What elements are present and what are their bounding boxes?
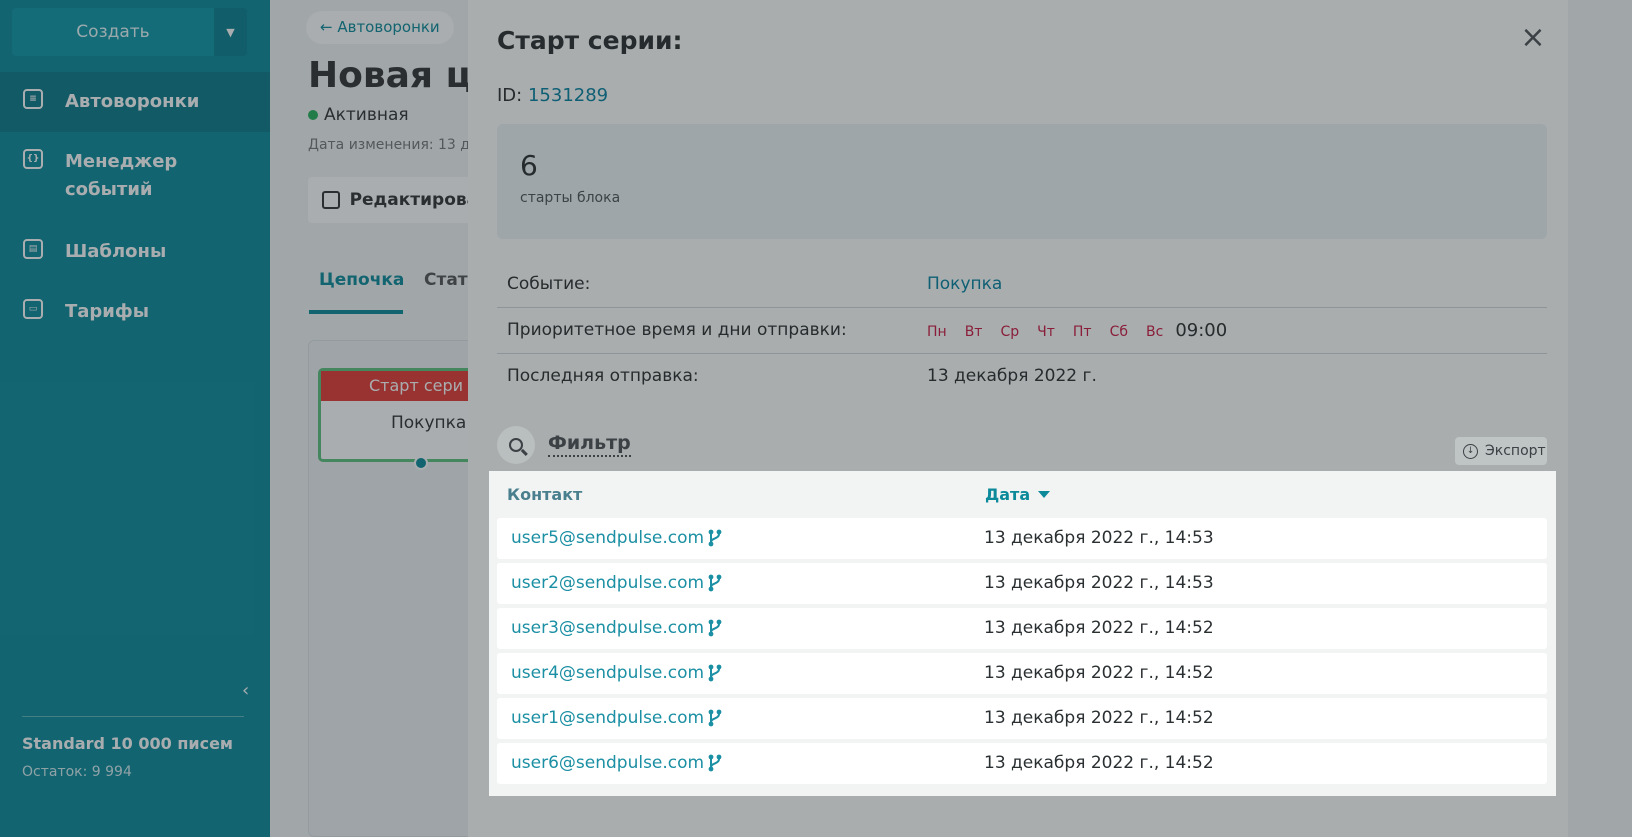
priority-label: Приоритетное время и дни отправки:	[507, 320, 847, 340]
contact-date: 13 декабря 2022 г., 14:52	[984, 663, 1214, 683]
contact-date: 13 декабря 2022 г., 14:52	[984, 753, 1214, 773]
contact-email-link[interactable]: user4@sendpulse.com	[511, 663, 704, 683]
close-icon[interactable]: ×	[1520, 23, 1546, 53]
day-sat: Сб	[1109, 324, 1128, 340]
day-thu: Чт	[1037, 324, 1055, 340]
contact-email-link[interactable]: user2@sendpulse.com	[511, 573, 704, 593]
branch-icon[interactable]	[707, 709, 723, 727]
day-sun: Вс	[1146, 324, 1164, 340]
download-icon: ↓	[1463, 443, 1478, 459]
contact-date: 13 декабря 2022 г., 14:52	[984, 618, 1214, 638]
column-header-date-label: Дата	[985, 485, 1031, 504]
sort-desc-icon	[1038, 491, 1051, 498]
table-row: user2@sendpulse.com 13 декабря 2022 г., 1…	[497, 563, 1547, 604]
branch-icon[interactable]	[707, 574, 723, 592]
branch-icon[interactable]	[707, 754, 723, 772]
filter-search-button[interactable]	[497, 426, 535, 464]
day-wed: Ср	[1000, 324, 1020, 340]
stat-card: 6 старты блока	[497, 124, 1547, 239]
contact-email-link[interactable]: user1@sendpulse.com	[511, 708, 704, 728]
contact-email-link[interactable]: user3@sendpulse.com	[511, 618, 704, 638]
table-row: user4@sendpulse.com 13 декабря 2022 г., 1…	[497, 653, 1547, 694]
contact-date: 13 декабря 2022 г., 14:52	[984, 708, 1214, 728]
search-icon	[509, 438, 523, 452]
column-header-date[interactable]: Дата	[985, 485, 1051, 504]
send-time: 09:00	[1175, 320, 1228, 341]
id-label: ID:	[497, 85, 523, 106]
event-link[interactable]: Покупка	[927, 274, 1002, 294]
contact-date: 13 декабря 2022 г., 14:53	[984, 573, 1214, 593]
stat-value: 6	[520, 149, 538, 182]
event-label: Событие:	[507, 274, 591, 294]
export-button[interactable]: ↓ Экспорт	[1455, 437, 1547, 465]
column-header-contact[interactable]: Контакт	[507, 485, 582, 504]
day-tue: Вт	[964, 324, 983, 340]
day-mon: Пн	[927, 324, 947, 340]
table-row: user6@sendpulse.com 13 декабря 2022 г., 1…	[497, 743, 1547, 784]
export-label: Экспорт	[1485, 443, 1546, 459]
filter-toggle[interactable]: Фильтр	[548, 432, 631, 457]
info-row-priority: Приоритетное время и дни отправки: Пн Вт…	[497, 308, 1547, 354]
table-row: user3@sendpulse.com 13 декабря 2022 г., 1…	[497, 608, 1547, 649]
table-row: user1@sendpulse.com 13 декабря 2022 г., 1…	[497, 698, 1547, 739]
last-send-value: 13 декабря 2022 г.	[927, 366, 1097, 386]
branch-icon[interactable]	[707, 664, 723, 682]
info-row-event: Событие: Покупка	[497, 262, 1547, 308]
table-row: user5@sendpulse.com 13 декабря 2022 г., 1…	[497, 518, 1547, 559]
contact-date: 13 декабря 2022 г., 14:53	[984, 528, 1214, 548]
send-days: Пн Вт Ср Чт Пт Сб Вс 09:00	[927, 320, 1227, 341]
branch-icon[interactable]	[707, 529, 723, 547]
contacts-table: Контакт Дата user5@sendpulse.com 13 декаб…	[489, 471, 1556, 796]
day-fri: Пт	[1072, 324, 1092, 340]
contact-email-link[interactable]: user6@sendpulse.com	[511, 753, 704, 773]
stat-label: старты блока	[520, 190, 621, 206]
id-value[interactable]: 1531289	[528, 85, 608, 106]
modal-title: Старт серии:	[497, 26, 683, 55]
info-row-last-send: Последняя отправка: 13 декабря 2022 г.	[497, 354, 1547, 400]
last-send-label: Последняя отправка:	[507, 366, 699, 386]
branch-icon[interactable]	[707, 619, 723, 637]
contact-email-link[interactable]: user5@sendpulse.com	[511, 528, 704, 548]
id-row: ID: 1531289	[497, 85, 608, 106]
